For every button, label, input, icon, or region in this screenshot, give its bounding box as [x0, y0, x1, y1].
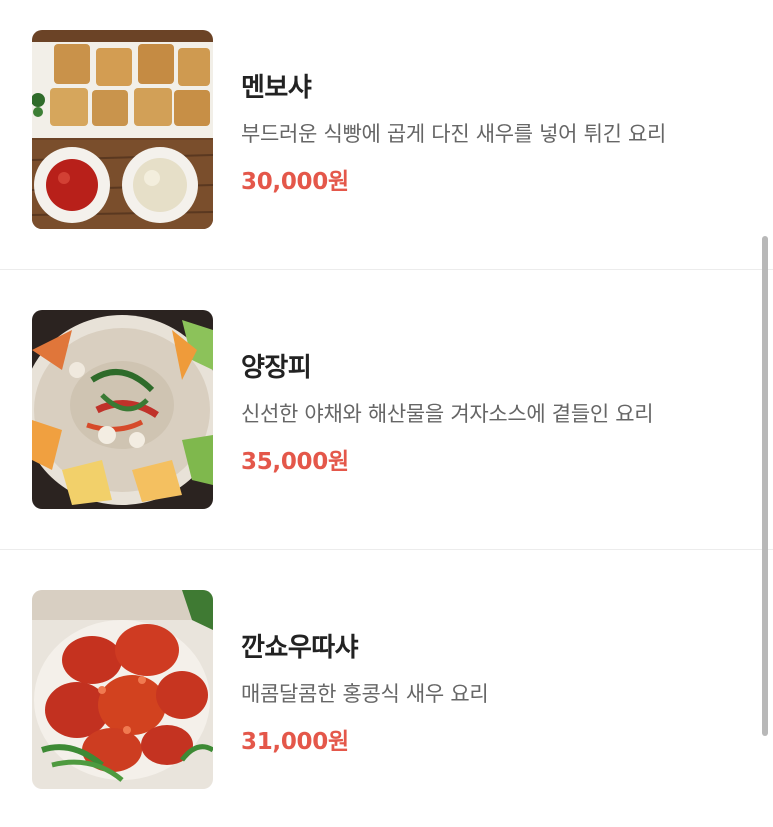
- dish-price: 31,000원: [241, 729, 349, 755]
- divider: [0, 549, 773, 550]
- yangjangpi-photo: [32, 310, 213, 509]
- menu-item-yangjangpi[interactable]: 양장피 신선한 야채와 해산물을 겨자소스에 곁들인 요리 35,000원: [0, 310, 773, 510]
- divider: [0, 269, 773, 270]
- dish-name: 깐쇼우따샤: [241, 633, 359, 663]
- menbosha-photo: [32, 30, 213, 229]
- menu-item-kkanshou-shrimp[interactable]: 깐쇼우따샤 매콤달콤한 홍콩식 새우 요리 31,000원: [0, 590, 773, 790]
- dish-price: 30,000원: [241, 169, 349, 195]
- scrollbar[interactable]: [762, 236, 768, 736]
- kkanshou-shrimp-photo: [32, 590, 213, 789]
- dish-description: 부드러운 식빵에 곱게 다진 새우를 넣어 튀긴 요리: [241, 122, 667, 146]
- dish-price: 35,000원: [241, 449, 349, 475]
- dish-description: 매콤달콤한 홍콩식 새우 요리: [241, 682, 489, 706]
- dish-description: 신선한 야채와 해산물을 겨자소스에 곁들인 요리: [241, 402, 654, 426]
- dish-name: 멘보샤: [241, 73, 312, 103]
- menu-screen: 멘보샤 부드러운 식빵에 곱게 다진 새우를 넣어 튀긴 요리 30,000원: [0, 0, 773, 827]
- menu-item-menbosha[interactable]: 멘보샤 부드러운 식빵에 곱게 다진 새우를 넣어 튀긴 요리 30,000원: [0, 30, 773, 230]
- dish-name: 양장피: [241, 353, 312, 383]
